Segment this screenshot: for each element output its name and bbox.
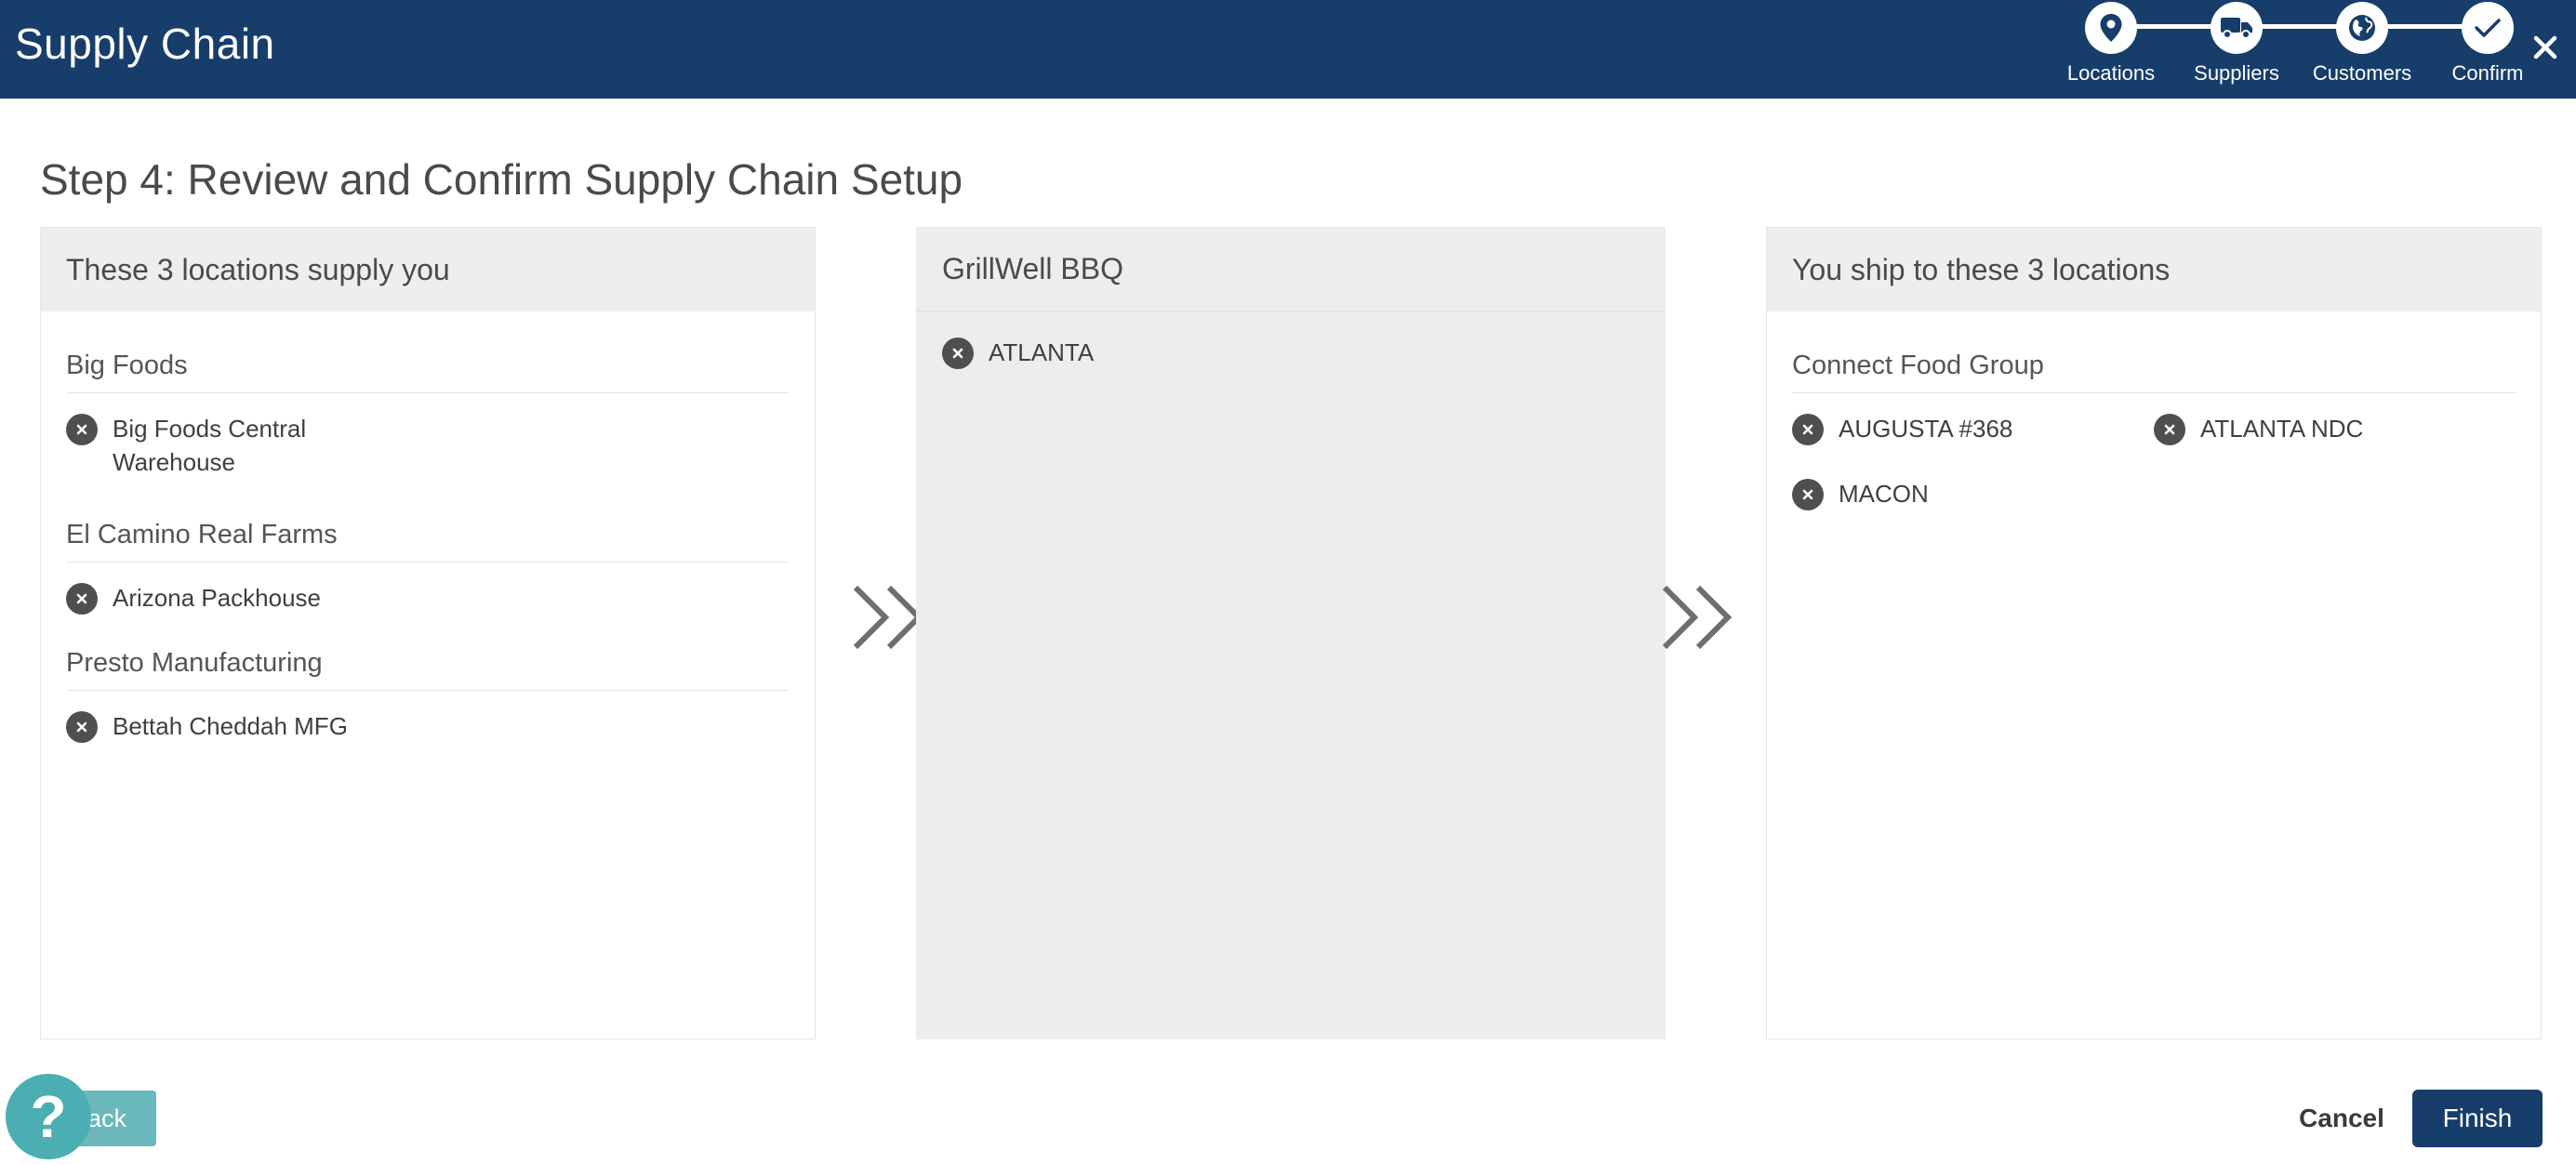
close-icon xyxy=(76,424,87,435)
company-panel-title: GrillWell BBQ xyxy=(917,228,1665,311)
remove-location-button[interactable] xyxy=(942,337,974,369)
globe-icon xyxy=(2336,2,2388,54)
supplier-location-item: Big Foods Central Warehouse xyxy=(66,414,790,479)
customer-location-item: AUGUSTA #368 xyxy=(1792,414,2154,445)
map-pin-icon xyxy=(2085,2,2137,54)
location-name: Bettah Cheddah MFG xyxy=(113,712,348,740)
step-locations[interactable]: Locations xyxy=(2046,0,2176,99)
remove-location-button[interactable] xyxy=(2154,414,2185,445)
remove-location-button[interactable] xyxy=(1792,479,1824,510)
help-button[interactable]: ? xyxy=(6,1074,91,1159)
close-icon xyxy=(2164,424,2175,435)
customer-group-title: Connect Food Group xyxy=(1792,311,2516,393)
app-title: Supply Chain xyxy=(15,20,275,68)
remove-location-button[interactable] xyxy=(66,414,98,445)
step-label: Locations xyxy=(2066,61,2156,85)
supplier-group: Big Foods Big Foods Central Warehouse xyxy=(66,311,790,512)
customer-location-list: AUGUSTA #368 ATLANTA NDC MACON xyxy=(1792,393,2516,544)
close-icon xyxy=(76,593,87,604)
customer-location-item: ATLANTA NDC xyxy=(2154,414,2516,445)
close-button[interactable] xyxy=(2526,28,2565,67)
location-name: Big Foods Central Warehouse xyxy=(113,415,307,476)
supplier-location-item: Arizona Packhouse xyxy=(66,583,790,615)
close-icon xyxy=(76,721,87,733)
location-name: AUGUSTA #368 xyxy=(1839,415,2013,443)
cancel-button[interactable]: Cancel xyxy=(2290,1097,2394,1140)
close-icon xyxy=(1802,424,1813,435)
supplier-group: El Camino Real Farms Arizona Packhouse xyxy=(66,512,790,648)
customer-location-item: MACON xyxy=(1792,479,2154,510)
step-customers[interactable]: Customers xyxy=(2297,0,2427,99)
remove-location-button[interactable] xyxy=(66,711,98,743)
company-panel: GrillWell BBQ ATLANTA xyxy=(916,227,1666,1039)
company-location-item: ATLANTA xyxy=(942,337,1665,369)
supplier-location-item: Bettah Cheddah MFG xyxy=(66,711,790,743)
suppliers-panel: These 3 locations supply you Big Foods B… xyxy=(40,227,816,1039)
supplier-location-list: Bettah Cheddah MFG xyxy=(66,691,790,776)
close-icon xyxy=(2533,35,2557,60)
supplier-group-title: Big Foods xyxy=(66,311,790,393)
truck-icon xyxy=(2211,2,2263,54)
supplier-group-title: El Camino Real Farms xyxy=(66,512,790,562)
app-header: Supply Chain Locations Suppliers Custome… xyxy=(0,0,2576,99)
suppliers-panel-title: These 3 locations supply you xyxy=(41,228,815,311)
close-icon xyxy=(1802,489,1813,500)
step-label: Customers xyxy=(2312,61,2412,85)
question-mark-icon: ? xyxy=(30,1083,67,1150)
wizard-stepper: Locations Suppliers Customers Confirm xyxy=(2046,0,2548,99)
double-chevron-right-icon xyxy=(1662,585,1733,650)
location-name: ATLANTA xyxy=(989,338,1095,366)
checkmark-icon xyxy=(2462,2,2514,54)
remove-location-button[interactable] xyxy=(66,583,98,615)
remove-location-button[interactable] xyxy=(1792,414,1824,445)
supplier-location-list: Arizona Packhouse xyxy=(66,562,790,648)
location-name: Arizona Packhouse xyxy=(113,584,322,612)
step-label: Suppliers xyxy=(2194,61,2279,85)
finish-button[interactable]: Finish xyxy=(2412,1090,2543,1147)
supplier-location-list: Big Foods Central Warehouse xyxy=(66,393,790,512)
location-name: MACON xyxy=(1839,480,1929,508)
location-name: ATLANTA NDC xyxy=(2200,415,2364,443)
customer-group: Connect Food Group AUGUSTA #368 ATLANTA … xyxy=(1792,311,2516,544)
supplier-group-title: Presto Manufacturing xyxy=(66,648,790,691)
supplier-group: Presto Manufacturing Bettah Cheddah MFG xyxy=(66,648,790,776)
step-suppliers[interactable]: Suppliers xyxy=(2171,0,2302,99)
customers-panel-title: You ship to these 3 locations xyxy=(1767,228,2541,311)
close-icon xyxy=(952,348,963,359)
page-title: Step 4: Review and Confirm Supply Chain … xyxy=(40,155,963,204)
customers-panel: You ship to these 3 locations Connect Fo… xyxy=(1766,227,2542,1039)
